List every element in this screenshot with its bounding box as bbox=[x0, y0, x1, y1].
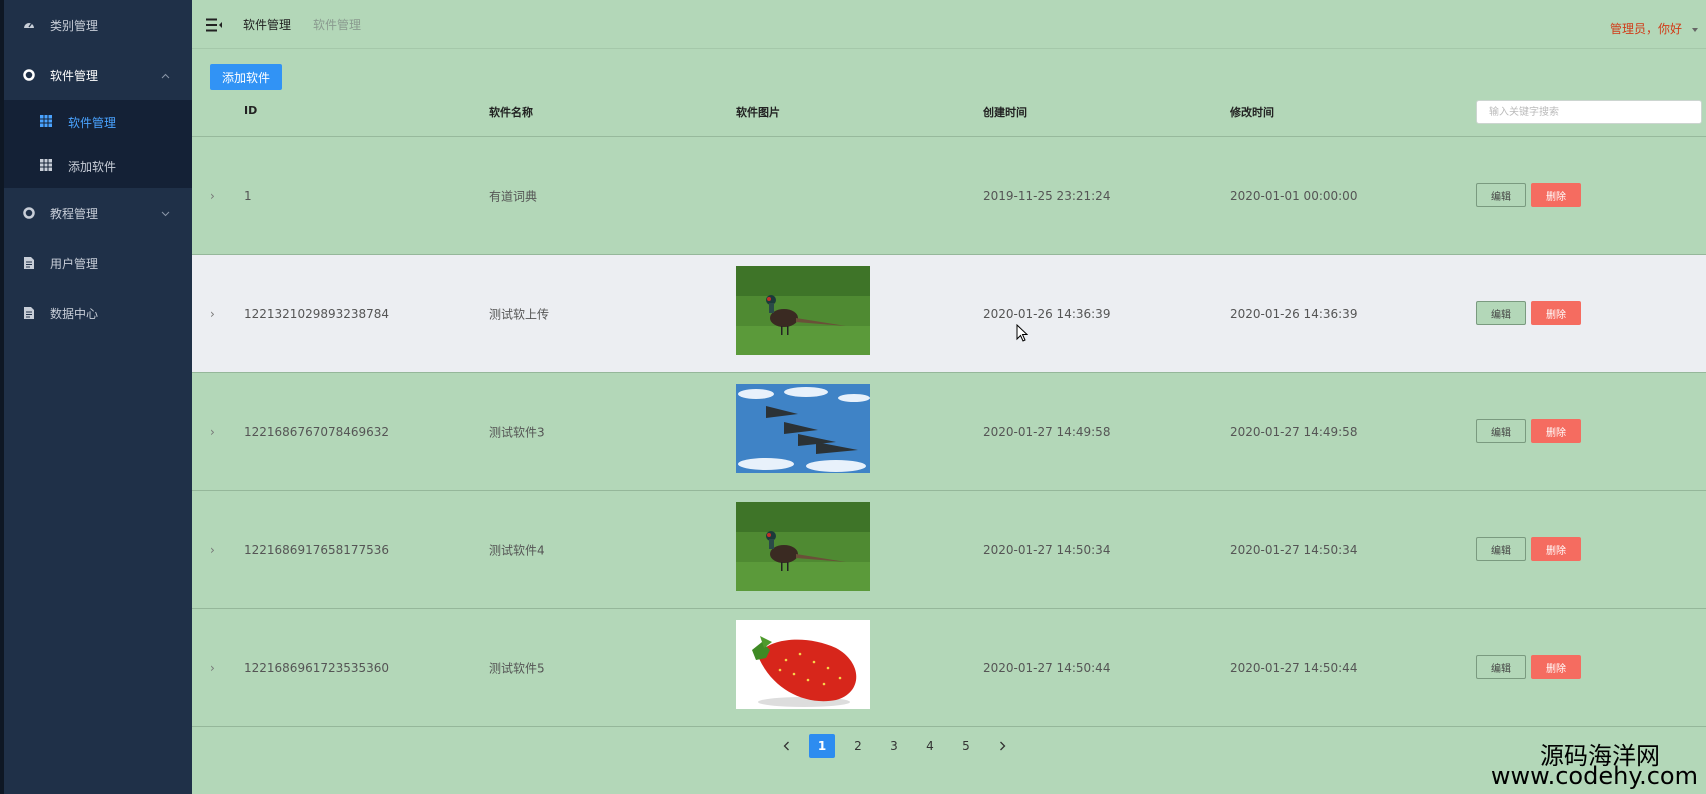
cell-name: 测试软件3 bbox=[489, 425, 545, 439]
table-row: › 1221686767078469632 测试软件3 2020-01-27 1 bbox=[192, 373, 1706, 491]
software-thumbnail-pheasant bbox=[736, 266, 870, 355]
delete-button[interactable]: 删除 bbox=[1531, 301, 1581, 325]
sidebar-item-category[interactable]: 类别管理 bbox=[4, 0, 192, 50]
expand-row-icon[interactable]: › bbox=[210, 661, 215, 675]
edit-button[interactable]: 编辑 bbox=[1476, 537, 1526, 561]
cell-created: 2020-01-27 14:50:44 bbox=[983, 660, 1111, 675]
sidebar-item-data-center[interactable]: 数据中心 bbox=[4, 288, 192, 338]
software-thumbnail-jets bbox=[736, 384, 870, 473]
cell-id: 1 bbox=[244, 188, 252, 203]
page-button[interactable]: 5 bbox=[953, 734, 979, 758]
expand-row-icon[interactable]: › bbox=[210, 543, 215, 557]
grid-icon bbox=[40, 159, 54, 173]
column-header-id: ID bbox=[244, 104, 258, 117]
caret-down-icon[interactable] bbox=[1692, 28, 1698, 32]
grid-icon bbox=[40, 115, 54, 129]
cell-id: 1221321029893238784 bbox=[244, 306, 390, 321]
main-content: 软件管理 软件管理 管理员，你好 添加软件 ID 软件名称 软件图片 创建时间 … bbox=[192, 0, 1706, 794]
delete-button[interactable]: 删除 bbox=[1531, 655, 1581, 679]
breadcrumb-current: 软件管理 bbox=[313, 18, 362, 32]
pagination: 1 2 3 4 5 bbox=[192, 726, 1706, 766]
cell-modified: 2020-01-27 14:49:58 bbox=[1230, 424, 1358, 439]
page-button[interactable]: 1 bbox=[809, 734, 835, 758]
cell-modified: 2020-01-01 00:00:00 bbox=[1230, 188, 1358, 203]
sidebar-item-label: 软件管理 bbox=[50, 68, 99, 83]
sidebar-item-tutorial[interactable]: 教程管理 bbox=[4, 188, 192, 238]
cell-name: 测试软件5 bbox=[489, 661, 545, 675]
watermark-url: www.codehy.com bbox=[1490, 762, 1698, 790]
table-row: › 1 有道词典 2019-11-25 23:21:24 2020-01-01 … bbox=[192, 137, 1706, 255]
sidebar-item-label: 用户管理 bbox=[50, 256, 99, 271]
software-thumbnail-pheasant bbox=[736, 502, 870, 591]
expand-row-icon[interactable]: › bbox=[210, 425, 215, 439]
breadcrumb-item[interactable]: 软件管理 bbox=[243, 16, 291, 33]
add-software-button[interactable]: 添加软件 bbox=[210, 64, 282, 90]
edit-button[interactable]: 编辑 bbox=[1476, 183, 1526, 207]
menu-fold-icon[interactable] bbox=[206, 17, 222, 32]
software-thumbnail-strawberry bbox=[736, 620, 870, 709]
cell-id: 1221686917658177536 bbox=[244, 542, 390, 557]
expand-row-icon[interactable]: › bbox=[210, 189, 215, 203]
table-row: › 1221321029893238784 测试软上传 2020-01-26 1 bbox=[192, 255, 1706, 373]
cell-created: 2020-01-26 14:36:39 bbox=[983, 306, 1111, 321]
sidebar-item-label: 类别管理 bbox=[50, 18, 99, 33]
sidebar-subitem-add-software[interactable]: 添加软件 bbox=[4, 144, 192, 188]
sidebar-subitem-software-list[interactable]: 软件管理 bbox=[4, 100, 192, 144]
sidebar: 类别管理 软件管理 软件管理 添加软件 教程管理 用户管理 数据中心 bbox=[4, 0, 192, 794]
file-icon bbox=[22, 256, 36, 270]
sidebar-item-label: 数据中心 bbox=[50, 306, 99, 321]
edit-button[interactable]: 编辑 bbox=[1476, 419, 1526, 443]
search-input[interactable] bbox=[1476, 100, 1702, 124]
cell-modified: 2020-01-27 14:50:34 bbox=[1230, 542, 1358, 557]
cell-name: 有道词典 bbox=[489, 189, 538, 203]
mouse-cursor-icon bbox=[1016, 323, 1029, 346]
column-header-image: 软件图片 bbox=[736, 106, 780, 119]
user-greeting[interactable]: 管理员，你好 bbox=[1610, 20, 1682, 37]
circle-icon bbox=[22, 206, 36, 220]
top-bar: 软件管理 软件管理 管理员，你好 bbox=[192, 0, 1706, 49]
delete-button[interactable]: 删除 bbox=[1531, 183, 1581, 207]
cell-created: 2019-11-25 23:21:24 bbox=[983, 188, 1111, 203]
dashboard-icon bbox=[22, 18, 36, 32]
edit-button[interactable]: 编辑 bbox=[1476, 301, 1526, 325]
submenu-software: 软件管理 添加软件 bbox=[4, 100, 192, 188]
file-icon bbox=[22, 306, 36, 320]
cell-id: 1221686961723535360 bbox=[244, 660, 390, 675]
sidebar-item-label: 教程管理 bbox=[50, 206, 99, 221]
table-row: › 1221686917658177536 测试软件4 2020-01-27 1 bbox=[192, 491, 1706, 609]
chevron-up-icon bbox=[161, 68, 170, 82]
circle-icon bbox=[22, 68, 36, 82]
column-header-created: 创建时间 bbox=[983, 106, 1027, 119]
cell-name: 测试软件4 bbox=[489, 543, 545, 557]
column-header-modified: 修改时间 bbox=[1230, 106, 1274, 119]
column-header-name: 软件名称 bbox=[489, 106, 533, 119]
sidebar-item-users[interactable]: 用户管理 bbox=[4, 238, 192, 288]
cell-created: 2020-01-27 14:50:34 bbox=[983, 542, 1111, 557]
sidebar-item-software[interactable]: 软件管理 bbox=[4, 50, 192, 100]
cell-id: 1221686767078469632 bbox=[244, 424, 390, 439]
delete-button[interactable]: 删除 bbox=[1531, 419, 1581, 443]
page-button[interactable]: 4 bbox=[917, 734, 943, 758]
sidebar-subitem-label: 添加软件 bbox=[68, 159, 117, 174]
page-button[interactable]: 3 bbox=[881, 734, 907, 758]
cell-modified: 2020-01-26 14:36:39 bbox=[1230, 306, 1358, 321]
edit-button[interactable]: 编辑 bbox=[1476, 655, 1526, 679]
page-button[interactable]: 2 bbox=[845, 734, 871, 758]
sidebar-subitem-label: 软件管理 bbox=[68, 115, 117, 130]
next-page-icon[interactable] bbox=[989, 734, 1015, 758]
expand-row-icon[interactable]: › bbox=[210, 307, 215, 321]
cell-created: 2020-01-27 14:49:58 bbox=[983, 424, 1111, 439]
delete-button[interactable]: 删除 bbox=[1531, 537, 1581, 561]
cell-modified: 2020-01-27 14:50:44 bbox=[1230, 660, 1358, 675]
chevron-down-icon bbox=[161, 206, 170, 220]
app-window: 类别管理 软件管理 软件管理 添加软件 教程管理 用户管理 数据中心 软件管理 … bbox=[0, 0, 1706, 794]
cell-name: 测试软上传 bbox=[489, 307, 550, 321]
table-row: › 1221686961723535360 测试软件5 2020-01-27 1… bbox=[192, 609, 1706, 727]
prev-page-icon[interactable] bbox=[773, 734, 799, 758]
